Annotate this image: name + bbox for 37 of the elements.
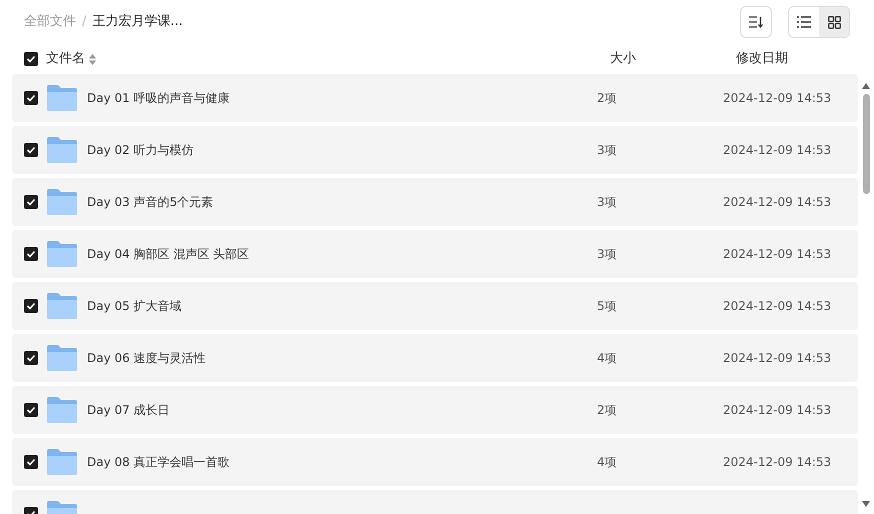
- file-row[interactable]: Day 06 速度与灵活性 4项 2024-12-09 14:53: [12, 334, 858, 382]
- file-row[interactable]: Day 01 呼吸的声音与健康 2项 2024-12-09 14:53: [12, 74, 858, 122]
- file-name: Day 03 声音的5个元素: [87, 194, 214, 211]
- modified-date: 2024-12-09 14:53: [723, 402, 832, 419]
- modified-date: 2024-12-09 14:53: [723, 194, 832, 211]
- item-count: 2项: [597, 402, 618, 419]
- file-name: Day 04 胸部区 混声区 头部区: [87, 246, 250, 263]
- item-count: 3项: [597, 194, 618, 211]
- item-count: 3项: [597, 142, 618, 159]
- modified-date: 2024-12-09 14:53: [723, 246, 832, 263]
- file-name: Day 01 呼吸的声音与健康: [87, 90, 231, 107]
- item-count: 3项: [597, 246, 618, 263]
- breadcrumb-current: 王力宏月学课...: [92, 13, 183, 32]
- file-row[interactable]: Day 08 真正学会唱一首歌 4项 2024-12-09 14:53: [12, 438, 858, 486]
- item-count: 2项: [597, 90, 618, 107]
- item-count: 4项: [597, 454, 618, 471]
- modified-date: 2024-12-09 14:53: [723, 350, 832, 367]
- item-count: 5项: [597, 298, 618, 315]
- column-header: 大小: [610, 51, 636, 66]
- column-header[interactable]: 文件名: [46, 49, 85, 69]
- breadcrumb-separator: /: [82, 13, 86, 32]
- file-row[interactable]: Day 07 成长日 2项 2024-12-09 14:53: [12, 386, 858, 434]
- file-row[interactable]: Day 04 胸部区 混声区 头部区 3项 2024-12-09 14:53: [12, 230, 858, 278]
- file-row[interactable]: Day 03 声音的5个元素 3项 2024-12-09 14:53: [12, 178, 858, 226]
- modified-date: 2024-12-09 14:53: [723, 90, 832, 107]
- file-name: Day 07 成长日: [87, 402, 171, 419]
- file-row[interactable]: Day 05 扩大音域 5项 2024-12-09 14:53: [12, 282, 858, 330]
- modified-date: 2024-12-09 14:53: [723, 298, 832, 315]
- file-name: Day 05 扩大音域: [87, 298, 183, 315]
- file-row[interactable]: Day 02 听力与模仿 3项 2024-12-09 14:53: [12, 126, 858, 174]
- item-count: 4项: [597, 350, 618, 367]
- column-header: 修改日期: [736, 50, 788, 68]
- file-name: Day 06 速度与灵活性: [87, 350, 207, 367]
- file-name: Day 02 听力与模仿: [87, 142, 195, 159]
- modified-date: 2024-12-09 14:53: [723, 454, 832, 471]
- modified-date: 2024-12-09 14:53: [723, 142, 832, 159]
- file-name: Day 08 真正学会唱一首歌: [87, 454, 231, 471]
